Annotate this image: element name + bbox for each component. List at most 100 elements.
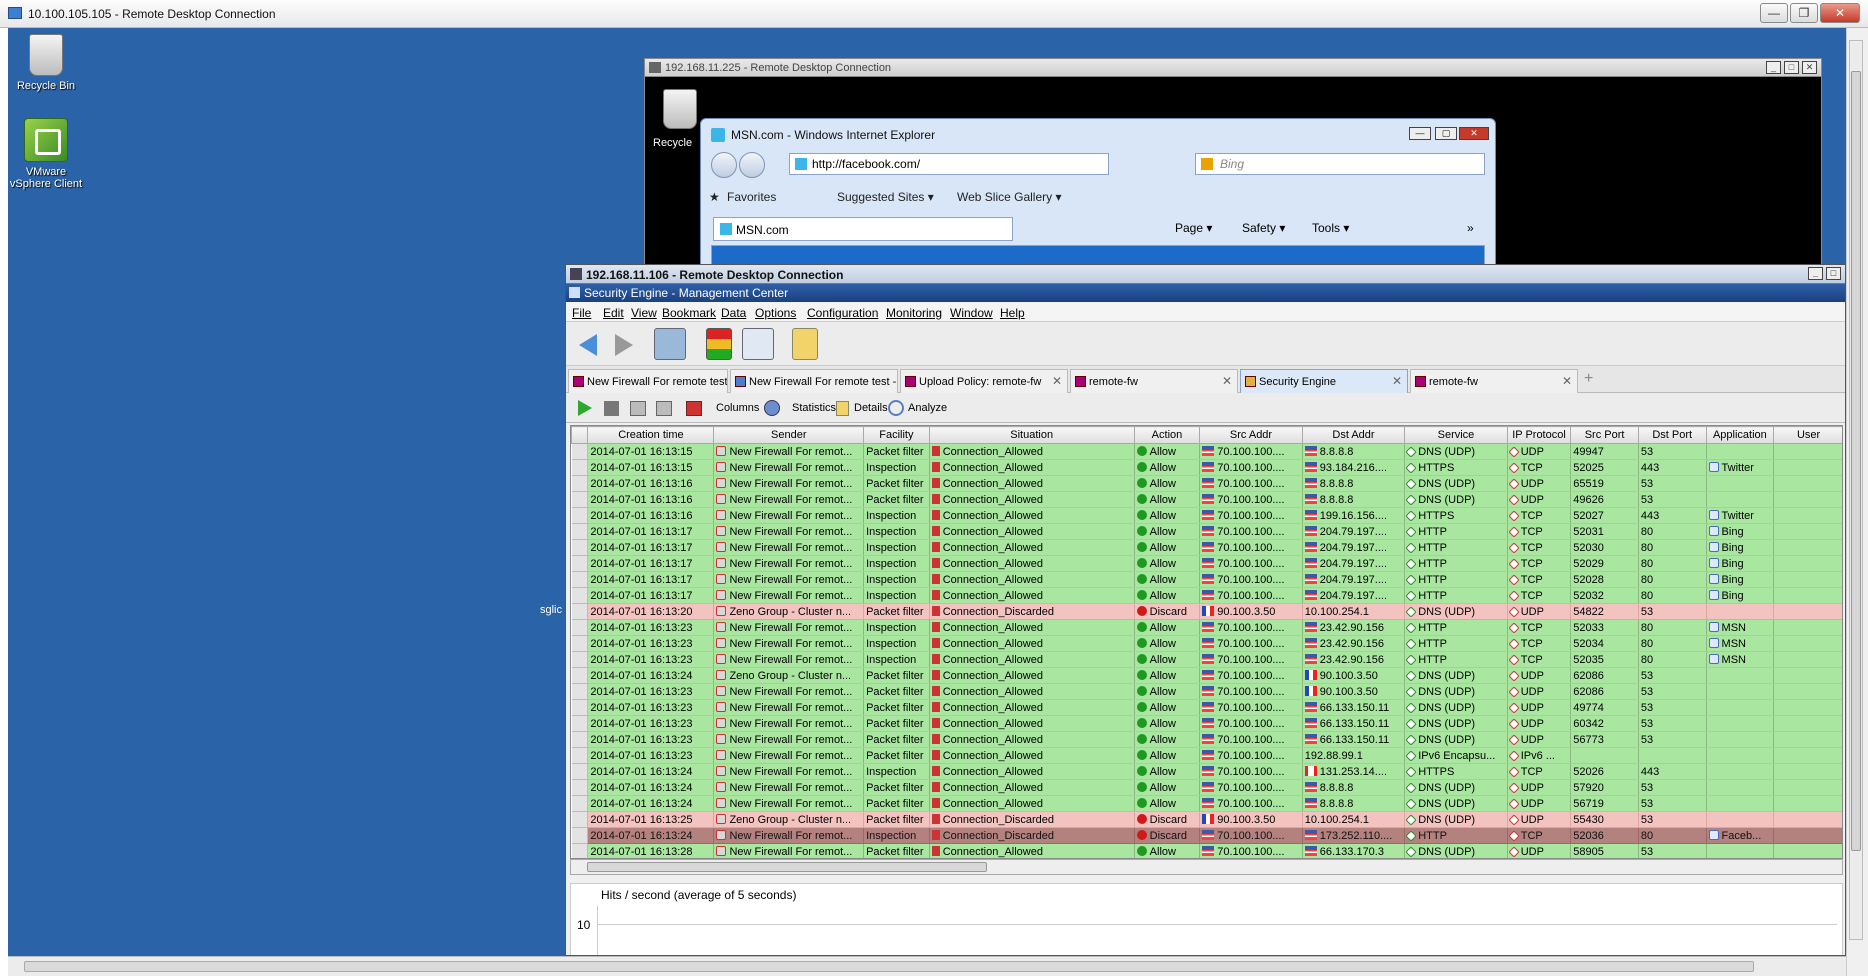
ie-minimize-button[interactable]: — xyxy=(1409,127,1431,140)
row-header[interactable] xyxy=(571,763,589,780)
row-header[interactable] xyxy=(571,443,589,460)
details-button[interactable]: Details xyxy=(854,402,888,414)
column-header[interactable]: Creation time xyxy=(587,426,715,444)
back-button[interactable] xyxy=(711,152,737,178)
table-row[interactable]: 2014-07-01 16:13:23 New Firewall For remo… xyxy=(571,683,1842,700)
row-header[interactable] xyxy=(571,651,589,668)
minimize-button[interactable]: — xyxy=(1760,3,1788,23)
row-header[interactable] xyxy=(571,699,589,716)
play-icon[interactable] xyxy=(578,400,592,416)
forward-button[interactable] xyxy=(606,328,638,360)
table-row[interactable]: 2014-07-01 16:13:24 New Firewall For remo… xyxy=(571,827,1842,844)
table-row[interactable]: 2014-07-01 16:13:15 New Firewall For remo… xyxy=(571,459,1842,476)
log-horizontal-scrollbar[interactable] xyxy=(570,859,1843,875)
tools-menu[interactable]: Tools ▾ xyxy=(1312,221,1349,235)
traffic-light-icon[interactable] xyxy=(706,328,732,360)
desktop-icon-recycle-bin[interactable]: Recycle Bin xyxy=(8,34,86,92)
row-header[interactable] xyxy=(571,779,589,796)
skip-back-icon[interactable] xyxy=(630,401,646,416)
close-tab-icon[interactable]: ✕ xyxy=(1562,374,1572,388)
row-header[interactable] xyxy=(571,555,589,572)
row-header[interactable] xyxy=(571,459,589,476)
row-header[interactable] xyxy=(571,811,589,828)
recycle-bin-icon[interactable] xyxy=(663,89,697,129)
column-header[interactable]: Facility xyxy=(863,426,930,444)
column-header[interactable]: User xyxy=(1773,426,1842,444)
table-row[interactable]: 2014-07-01 16:13:15 New Firewall For remo… xyxy=(571,443,1842,460)
outer-vertical-scrollbar[interactable] xyxy=(1849,40,1863,940)
menu-bookmark[interactable]: Bookmark xyxy=(662,306,716,320)
maximize-button[interactable]: ❐ xyxy=(1790,3,1818,23)
row-header[interactable] xyxy=(571,667,589,684)
row-header[interactable] xyxy=(571,491,589,508)
tab-new-firewall[interactable]: New Firewall For remote test xyxy=(568,369,728,393)
table-row[interactable]: 2014-07-01 16:13:16 New Firewall For remo… xyxy=(571,475,1842,492)
tab-remote-fw-2[interactable]: remote-fw ✕ xyxy=(1410,369,1578,393)
column-header[interactable]: IP Protocol xyxy=(1506,426,1572,444)
ie-close-button[interactable]: ✕ xyxy=(1459,127,1489,140)
table-row[interactable]: 2014-07-01 16:13:17 New Firewall For remo… xyxy=(571,523,1842,540)
tab-new-firewall-2[interactable]: New Firewall For remote test - ... xyxy=(730,369,898,393)
menu-configuration[interactable]: Configuration xyxy=(807,306,878,320)
table-row[interactable]: 2014-07-01 16:13:23 New Firewall For remo… xyxy=(571,747,1842,764)
table-row[interactable]: 2014-07-01 16:13:23 New Firewall For remo… xyxy=(571,651,1842,668)
row-header[interactable] xyxy=(571,475,589,492)
skip-forward-icon[interactable] xyxy=(656,401,672,416)
column-header[interactable]: Action xyxy=(1133,426,1201,444)
rdp2-minimize-button[interactable]: _ xyxy=(1766,61,1781,74)
rdp2-maximize-button[interactable]: □ xyxy=(1784,61,1799,74)
table-row[interactable]: 2014-07-01 16:13:20 Zeno Group - Cluster … xyxy=(571,603,1842,620)
table-row[interactable]: 2014-07-01 16:13:17 New Firewall For remo… xyxy=(571,587,1842,604)
outer-horizontal-scrollbar[interactable] xyxy=(8,956,1846,976)
desktop-icon-vsphere[interactable]: VMware vSphere Client xyxy=(8,118,86,190)
row-header[interactable] xyxy=(571,523,589,540)
rdp2-close-button[interactable]: ✕ xyxy=(1802,61,1817,74)
table-row[interactable]: 2014-07-01 16:13:23 New Firewall For remo… xyxy=(571,619,1842,636)
more-chevron[interactable]: » xyxy=(1467,221,1474,235)
scrollbar-thumb[interactable] xyxy=(1851,71,1861,851)
rdp3-minimize-button[interactable]: _ xyxy=(1808,267,1823,280)
table-row[interactable]: 2014-07-01 16:13:23 New Firewall For remo… xyxy=(571,635,1842,652)
tab-security-engine[interactable]: Security Engine ✕ xyxy=(1240,369,1408,393)
chart-icon[interactable] xyxy=(742,328,774,360)
address-bar[interactable]: http://facebook.com/ xyxy=(789,153,1109,175)
row-header[interactable] xyxy=(571,715,589,732)
row-header[interactable] xyxy=(571,795,589,812)
row-header[interactable] xyxy=(571,843,589,858)
table-row[interactable]: 2014-07-01 16:13:23 New Firewall For remo… xyxy=(571,715,1842,732)
close-tab-icon[interactable]: ✕ xyxy=(1392,374,1402,388)
menu-edit[interactable]: Edit xyxy=(603,306,624,320)
column-header[interactable]: Sender xyxy=(713,426,865,444)
table-row[interactable]: 2014-07-01 16:13:23 New Firewall For remo… xyxy=(571,731,1842,748)
row-header[interactable] xyxy=(571,571,589,588)
menu-window[interactable]: Window xyxy=(950,306,993,320)
table-row[interactable]: 2014-07-01 16:13:17 New Firewall For remo… xyxy=(571,539,1842,556)
add-tab-button[interactable]: + xyxy=(1584,370,1593,388)
statistics-button[interactable]: Statistics xyxy=(792,402,836,414)
table-row[interactable]: 2014-07-01 16:13:17 New Firewall For remo… xyxy=(571,571,1842,588)
close-button[interactable]: ✕ xyxy=(1820,3,1860,23)
stop-icon[interactable] xyxy=(604,401,619,416)
close-tab-icon[interactable]: ✕ xyxy=(1222,374,1232,388)
column-header[interactable]: Dst Addr xyxy=(1301,426,1406,444)
favorites-button[interactable]: Favorites xyxy=(727,190,776,204)
columns-button[interactable]: Columns xyxy=(716,402,759,414)
menu-options[interactable]: Options xyxy=(755,306,796,320)
menu-view[interactable]: View xyxy=(631,306,657,320)
column-header[interactable]: Src Addr xyxy=(1199,426,1303,444)
row-header[interactable] xyxy=(571,635,589,652)
log-table[interactable]: Creation time Sender Facility Situation … xyxy=(570,425,1843,859)
tab-upload-policy[interactable]: Upload Policy: remote-fw ✕ xyxy=(900,369,1068,393)
row-header[interactable] xyxy=(571,619,589,636)
scrollbar-thumb[interactable] xyxy=(587,862,987,872)
column-header[interactable]: Situation xyxy=(928,426,1135,444)
column-header[interactable]: Application xyxy=(1705,426,1775,444)
rdp3-maximize-button[interactable]: □ xyxy=(1826,267,1841,280)
table-row[interactable]: 2014-07-01 16:13:28 New Firewall For remo… xyxy=(571,843,1842,858)
tab-remote-fw[interactable]: remote-fw ✕ xyxy=(1070,369,1238,393)
web-slice-gallery-link[interactable]: Web Slice Gallery ▾ xyxy=(957,190,1062,204)
search-box[interactable]: Bing xyxy=(1195,153,1485,175)
table-row[interactable]: 2014-07-01 16:13:16 New Firewall For remo… xyxy=(571,491,1842,508)
table-row[interactable]: 2014-07-01 16:13:24 New Firewall For remo… xyxy=(571,763,1842,780)
notes-icon[interactable] xyxy=(792,328,818,360)
